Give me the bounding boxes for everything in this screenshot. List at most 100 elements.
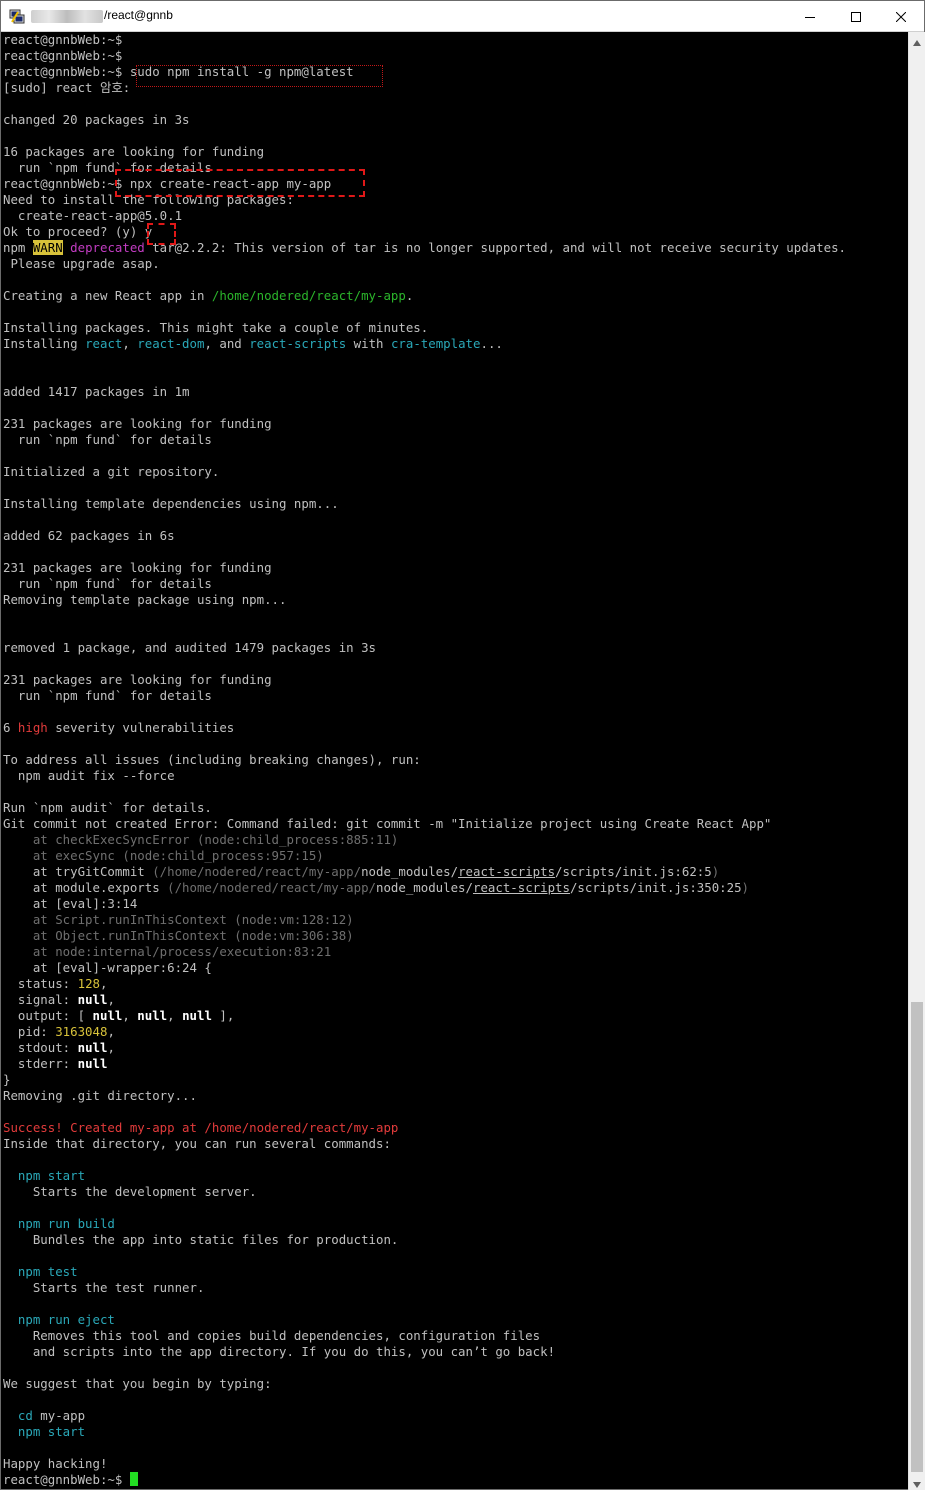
terminal-line: run `npm fund` for details [3, 160, 908, 176]
close-icon [895, 7, 907, 26]
title-bar[interactable]: /react@gnnb [1, 1, 924, 32]
terminal-line: react@gnnbWeb:~$ [3, 48, 908, 64]
terminal-line: Please upgrade asap. [3, 256, 908, 272]
terminal-line: 231 packages are looking for funding [3, 672, 908, 688]
terminal-line: stderr: null [3, 1056, 908, 1072]
terminal-text: 16 packages are looking for funding [3, 144, 265, 159]
arrow-down-icon [913, 1473, 921, 1492]
terminal-text: /home/nodered/react/my-app [211, 288, 406, 303]
terminal-line: We suggest that you begin by typing: [3, 1376, 908, 1392]
terminal-text: at node:internal/process/execution:83:21 [3, 944, 332, 959]
minimize-icon [805, 7, 815, 26]
terminal-text: Removing template package using npm... [3, 592, 287, 607]
terminal-text: stderr: [3, 1056, 78, 1071]
terminal-text: create-react-app@5.0.1 [3, 208, 183, 223]
redacted-title-part [31, 10, 103, 23]
terminal-line: Run `npm audit` for details. [3, 800, 908, 816]
terminal-text: react-scripts [458, 864, 556, 879]
terminal-line: npm start [3, 1168, 908, 1184]
terminal-line: Inside that directory, you can run sever… [3, 1136, 908, 1152]
terminal-line: Success! Created my-app at /home/nodered… [3, 1120, 908, 1136]
terminal-text: WARN [32, 240, 63, 255]
terminal-text: Installing [3, 336, 86, 351]
terminal-line: Removing template package using npm... [3, 592, 908, 608]
window-title: /react@gnnb [104, 8, 173, 22]
terminal-line: npm start [3, 1424, 908, 1440]
terminal-text: react@gnnbWeb:~$ [3, 1472, 130, 1487]
terminal-text: null [77, 1056, 108, 1071]
terminal-line: npm run eject [3, 1312, 908, 1328]
terminal-line: To address all issues (including breakin… [3, 752, 908, 768]
terminal-line: pid: 3163048, [3, 1024, 908, 1040]
scrollbar-thumb[interactable] [911, 1002, 923, 1472]
terminal-text: react [85, 336, 123, 351]
maximize-button[interactable] [833, 1, 879, 31]
terminal-line: removed 1 package, and audited 1479 pack… [3, 640, 908, 656]
terminal-text: with [346, 336, 391, 351]
scroll-up-arrow[interactable] [909, 32, 925, 48]
terminal-text: 231 packages are looking for funding [3, 416, 272, 431]
terminal-text: at tryGitCommit [3, 864, 153, 879]
vertical-scrollbar[interactable] [908, 32, 925, 1490]
terminal-text: ) [711, 864, 720, 879]
terminal-text: added 1417 packages in 1m [3, 384, 190, 399]
terminal-text: Please upgrade asap. [3, 256, 160, 271]
terminal-text: (/home/nodered/react/my-app/ [152, 864, 362, 879]
terminal-line: signal: null, [3, 992, 908, 1008]
terminal-text: react@gnnbWeb:~$ [3, 48, 123, 63]
terminal-text: at [eval]-wrapper:6:24 { [3, 960, 212, 975]
terminal-text: , and [204, 336, 250, 351]
minimize-button[interactable] [787, 1, 833, 31]
terminal-text: Inside that directory, you can run sever… [3, 1136, 391, 1151]
terminal-text: stdout: [3, 1040, 78, 1055]
terminal-text: Removes this tool and copies build depen… [3, 1328, 541, 1343]
terminal-line: npm audit fix --force [3, 768, 908, 784]
terminal-text: signal: [3, 992, 78, 1007]
terminal-text: deprecated [70, 240, 145, 255]
terminal-text: npm run eject [3, 1312, 115, 1327]
terminal-window: /react@gnnb react@gnnbWeb:~$ react@gnnbWe… [0, 0, 925, 1490]
terminal-text: at [eval]:3:14 [3, 896, 138, 911]
terminal-text: , [107, 1024, 115, 1039]
arrow-up-icon [913, 31, 921, 50]
terminal-output[interactable]: react@gnnbWeb:~$ react@gnnbWeb:~$ react@gn… [3, 32, 908, 1490]
terminal-line: react@gnnbWeb:~$ sudo npm install -g npm… [3, 64, 908, 80]
terminal-cursor [129, 1472, 138, 1486]
terminal-text: run `npm fund` for details [3, 432, 212, 447]
putty-icon[interactable] [9, 8, 25, 24]
terminal-line: at module.exports (/home/nodered/react/m… [3, 880, 908, 896]
terminal-text: Need to install the following packages: [3, 192, 294, 207]
terminal-line: stdout: null, [3, 1040, 908, 1056]
terminal-text: npm test [3, 1264, 78, 1279]
close-button[interactable] [878, 1, 924, 31]
terminal-text: added 62 packages in 6s [3, 528, 175, 543]
scroll-down-arrow[interactable] [909, 1474, 925, 1490]
terminal-line: Starts the development server. [3, 1184, 908, 1200]
terminal-text: cd [3, 1408, 33, 1423]
terminal-line: at tryGitCommit (/home/nodered/react/my-… [3, 864, 908, 880]
terminal-line: at execSync (node:child_process:957:15) [3, 848, 908, 864]
terminal-line: output: [ null, null, null ], [3, 1008, 908, 1024]
terminal-line: react@gnnbWeb:~$ [3, 32, 908, 48]
terminal-text: 231 packages are looking for funding [3, 672, 272, 687]
terminal-text: at Script.runInThisContext (node:vm:128:… [3, 912, 354, 927]
terminal-line: [sudo] react 암호: [3, 80, 908, 96]
terminal-line: run `npm fund` for details [3, 688, 908, 704]
terminal-text: 6 [3, 720, 18, 735]
terminal-text: npm audit fix --force [3, 768, 175, 783]
terminal-text: Removing .git directory... [3, 1088, 197, 1103]
maximize-icon [851, 7, 861, 26]
terminal-line: Bundles the app into static files for pr… [3, 1232, 908, 1248]
terminal-text: npm run build [3, 1216, 115, 1231]
terminal-text: cra-template [390, 336, 481, 351]
